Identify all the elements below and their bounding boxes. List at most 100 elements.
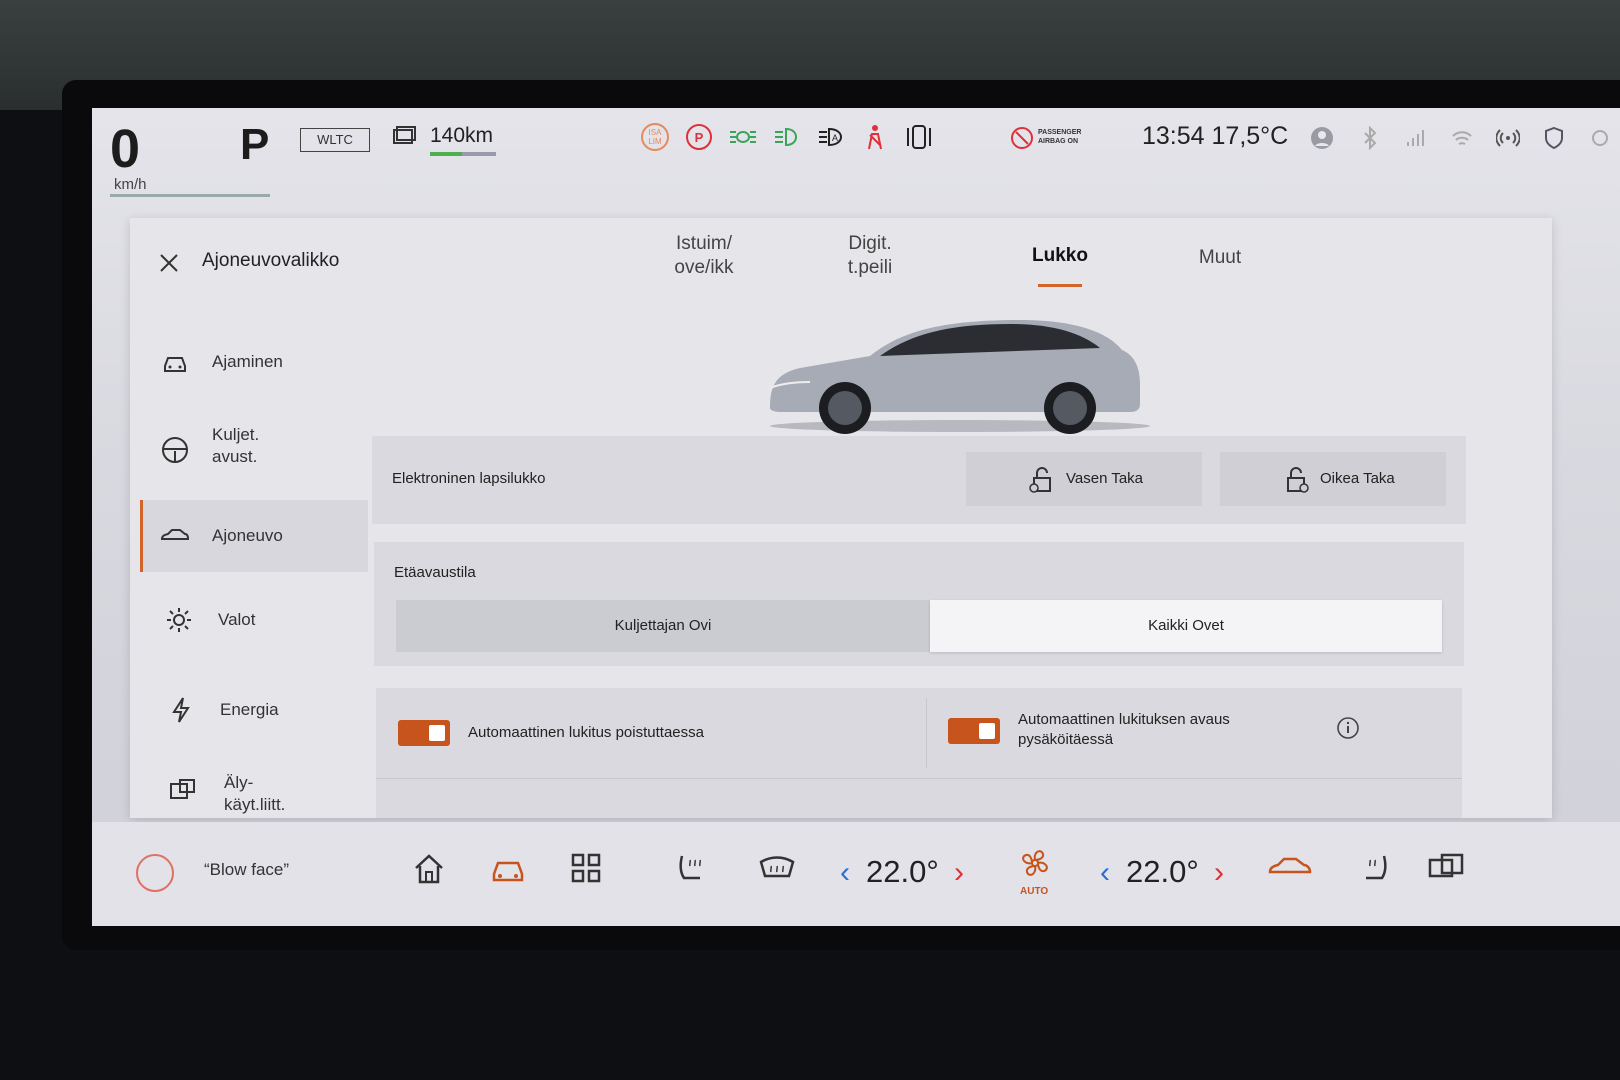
door-open-icon xyxy=(907,125,931,149)
remote-unlock-driver-door[interactable]: Kuljettajan Ovi xyxy=(396,600,930,652)
sidebar-item-driver-assist[interactable]: Kuljet. avust. xyxy=(140,410,365,490)
speed-unit: km/h xyxy=(114,176,147,193)
isa-limit-icon: ISA LIM xyxy=(641,123,669,151)
sidebar-item-driving[interactable]: Ajaminen xyxy=(140,330,365,394)
fan-icon[interactable] xyxy=(1016,844,1054,882)
sidebar-item-smart-connect[interactable]: Äly- käyt.liitt. xyxy=(140,758,365,822)
passenger-seat-heat-icon[interactable] xyxy=(1358,852,1392,886)
sun-icon xyxy=(167,608,191,632)
sidebar-item-lights[interactable]: Valot xyxy=(140,588,365,652)
sidebar-label-line2: avust. xyxy=(212,447,258,466)
auto-unlock-label: Automaattinen lukituksen avaus pysäköitä… xyxy=(1018,710,1230,750)
child-lock-right-label: Oikea Taka xyxy=(1320,470,1395,487)
vehicle-car-icon[interactable] xyxy=(490,852,526,886)
user-profile-icon[interactable] xyxy=(1310,126,1334,150)
lim-text: LIM xyxy=(648,137,662,146)
auto-lock-label: Automaattinen lukitus poistuttaessa xyxy=(468,724,704,741)
left-temp-decrease-button[interactable]: ‹ xyxy=(840,856,850,890)
svg-text:P: P xyxy=(695,130,704,145)
tab-label-line2: t.peili xyxy=(847,257,893,278)
vehicle-illustration xyxy=(769,320,1150,434)
unlock-icon xyxy=(1029,467,1051,493)
smart-interface-icon xyxy=(170,779,195,799)
remote-unlock-all-doors[interactable]: Kaikki Ovet xyxy=(930,600,1442,652)
right-temp-increase-button[interactable]: › xyxy=(1214,856,1224,890)
row-divider xyxy=(376,778,1462,779)
car-front-icon xyxy=(164,357,186,372)
range-bar-remaining xyxy=(462,152,496,156)
info-icon[interactable] xyxy=(1336,716,1360,740)
sidebar-label-line1: Kuljet. xyxy=(212,425,260,444)
svg-text:A: A xyxy=(832,133,838,143)
right-temp-decrease-button[interactable]: ‹ xyxy=(1100,856,1110,890)
active-tab-underline xyxy=(1038,284,1082,287)
child-lock-section: Elektroninen lapsilukko Vasen Taka Oikea… xyxy=(372,436,1466,524)
auto-unlock-label-line1: Automaattinen lukituksen avaus xyxy=(1018,711,1230,728)
sidebar-item-vehicle[interactable]: Ajoneuvo xyxy=(140,500,368,572)
passenger-airbag-indicator: PASSENGER AIRBAG ON xyxy=(1010,126,1090,152)
left-temperature: 22.0° xyxy=(866,854,939,889)
tab-label-line2: ove/ikk xyxy=(674,257,734,278)
tab-digital-mirror[interactable]: Digit. t.peili xyxy=(820,232,920,280)
home-icon[interactable] xyxy=(412,852,446,886)
range-value: 140km xyxy=(430,124,494,147)
close-icon[interactable] xyxy=(156,250,182,276)
status-bar: 0 km/h P WLTC 140km ISA LIM P A PASSENGE… xyxy=(92,108,1620,208)
speed-bar xyxy=(110,194,270,197)
isa-text: ISA xyxy=(649,128,663,137)
low-beam-icon xyxy=(775,127,798,147)
fan-auto-label: AUTO xyxy=(1020,886,1049,897)
unlock-icon xyxy=(1287,467,1309,493)
wltc-badge[interactable]: WLTC xyxy=(300,128,370,152)
airbag-label: PASSENGER AIRBAG ON xyxy=(1038,129,1082,145)
recirculation-car-icon[interactable] xyxy=(1268,852,1312,882)
left-temp-increase-button[interactable]: › xyxy=(954,856,964,890)
toggle-knob xyxy=(979,723,995,739)
airbag-icon xyxy=(1011,127,1033,149)
divider xyxy=(926,698,927,768)
sidebar-item-label: Energia xyxy=(220,700,279,719)
battery-range-icon xyxy=(393,126,416,144)
sidebar-label-line2: käyt.liitt. xyxy=(224,795,286,814)
lightning-icon xyxy=(172,697,190,723)
windshield-defrost-icon[interactable] xyxy=(758,852,796,886)
camera-privacy-icon xyxy=(1592,130,1608,146)
tab-label-line1: Digit. xyxy=(848,233,892,254)
wifi-icon xyxy=(1452,131,1472,145)
voice-hint: “Blow face” xyxy=(204,860,290,879)
child-lock-rear-left-button[interactable]: Vasen Taka xyxy=(966,452,1202,506)
signal-strength-icon xyxy=(1407,130,1424,146)
remote-unlock-section: Etäavaustila Kuljettajan Ovi Kaikki Ovet xyxy=(374,542,1464,666)
voice-assistant-button[interactable] xyxy=(136,854,174,892)
tab-label: Muut xyxy=(1198,247,1242,268)
speed-value: 0 xyxy=(110,119,141,179)
child-lock-rear-right-button[interactable]: Oikea Taka xyxy=(1220,452,1446,506)
sidebar-item-label: Äly- käyt.liitt. xyxy=(224,772,285,816)
right-temperature: 22.0° xyxy=(1126,854,1199,889)
child-lock-left-label: Vasen Taka xyxy=(1066,470,1143,487)
gear-indicator: P xyxy=(240,120,270,169)
sidebar-item-energy[interactable]: Energia xyxy=(140,678,365,742)
tab-seats-mirrors-windows[interactable]: Istuim/ ove/ikk xyxy=(654,232,754,280)
remote-unlock-label: Etäavaustila xyxy=(394,564,476,581)
tab-label: Lukko xyxy=(1032,245,1088,266)
toggle-knob xyxy=(429,725,445,741)
seat-heating-icon[interactable] xyxy=(674,852,708,886)
sidebar-item-label: Kuljet. avust. xyxy=(212,424,259,468)
clock-temperature: 13:54 17,5°C xyxy=(1142,122,1289,150)
infotainment-screen: 0 km/h P WLTC 140km ISA LIM P A PASSENGE… xyxy=(92,108,1620,926)
security-shield-icon xyxy=(1545,126,1563,150)
tab-other[interactable]: Muut xyxy=(1170,246,1270,270)
steering-wheel-icon xyxy=(162,437,188,463)
auto-headlight-icon: A xyxy=(819,127,843,147)
apps-grid-icon[interactable] xyxy=(570,852,602,884)
auto-unlock-toggle[interactable] xyxy=(948,718,1000,744)
parking-brake-icon: P xyxy=(686,124,712,150)
bottom-dock: “Blow face” ‹ 22.0° › AUTO ‹ 22.0° › xyxy=(92,822,1620,926)
tab-label-line1: Istuim/ xyxy=(676,233,732,254)
fog-light-icon xyxy=(730,131,756,143)
tab-lock[interactable]: Lukko xyxy=(1010,244,1110,268)
auto-lock-toggle[interactable] xyxy=(398,720,450,746)
sidebar-item-label: Valot xyxy=(218,610,256,629)
split-screen-icon[interactable] xyxy=(1426,852,1466,882)
